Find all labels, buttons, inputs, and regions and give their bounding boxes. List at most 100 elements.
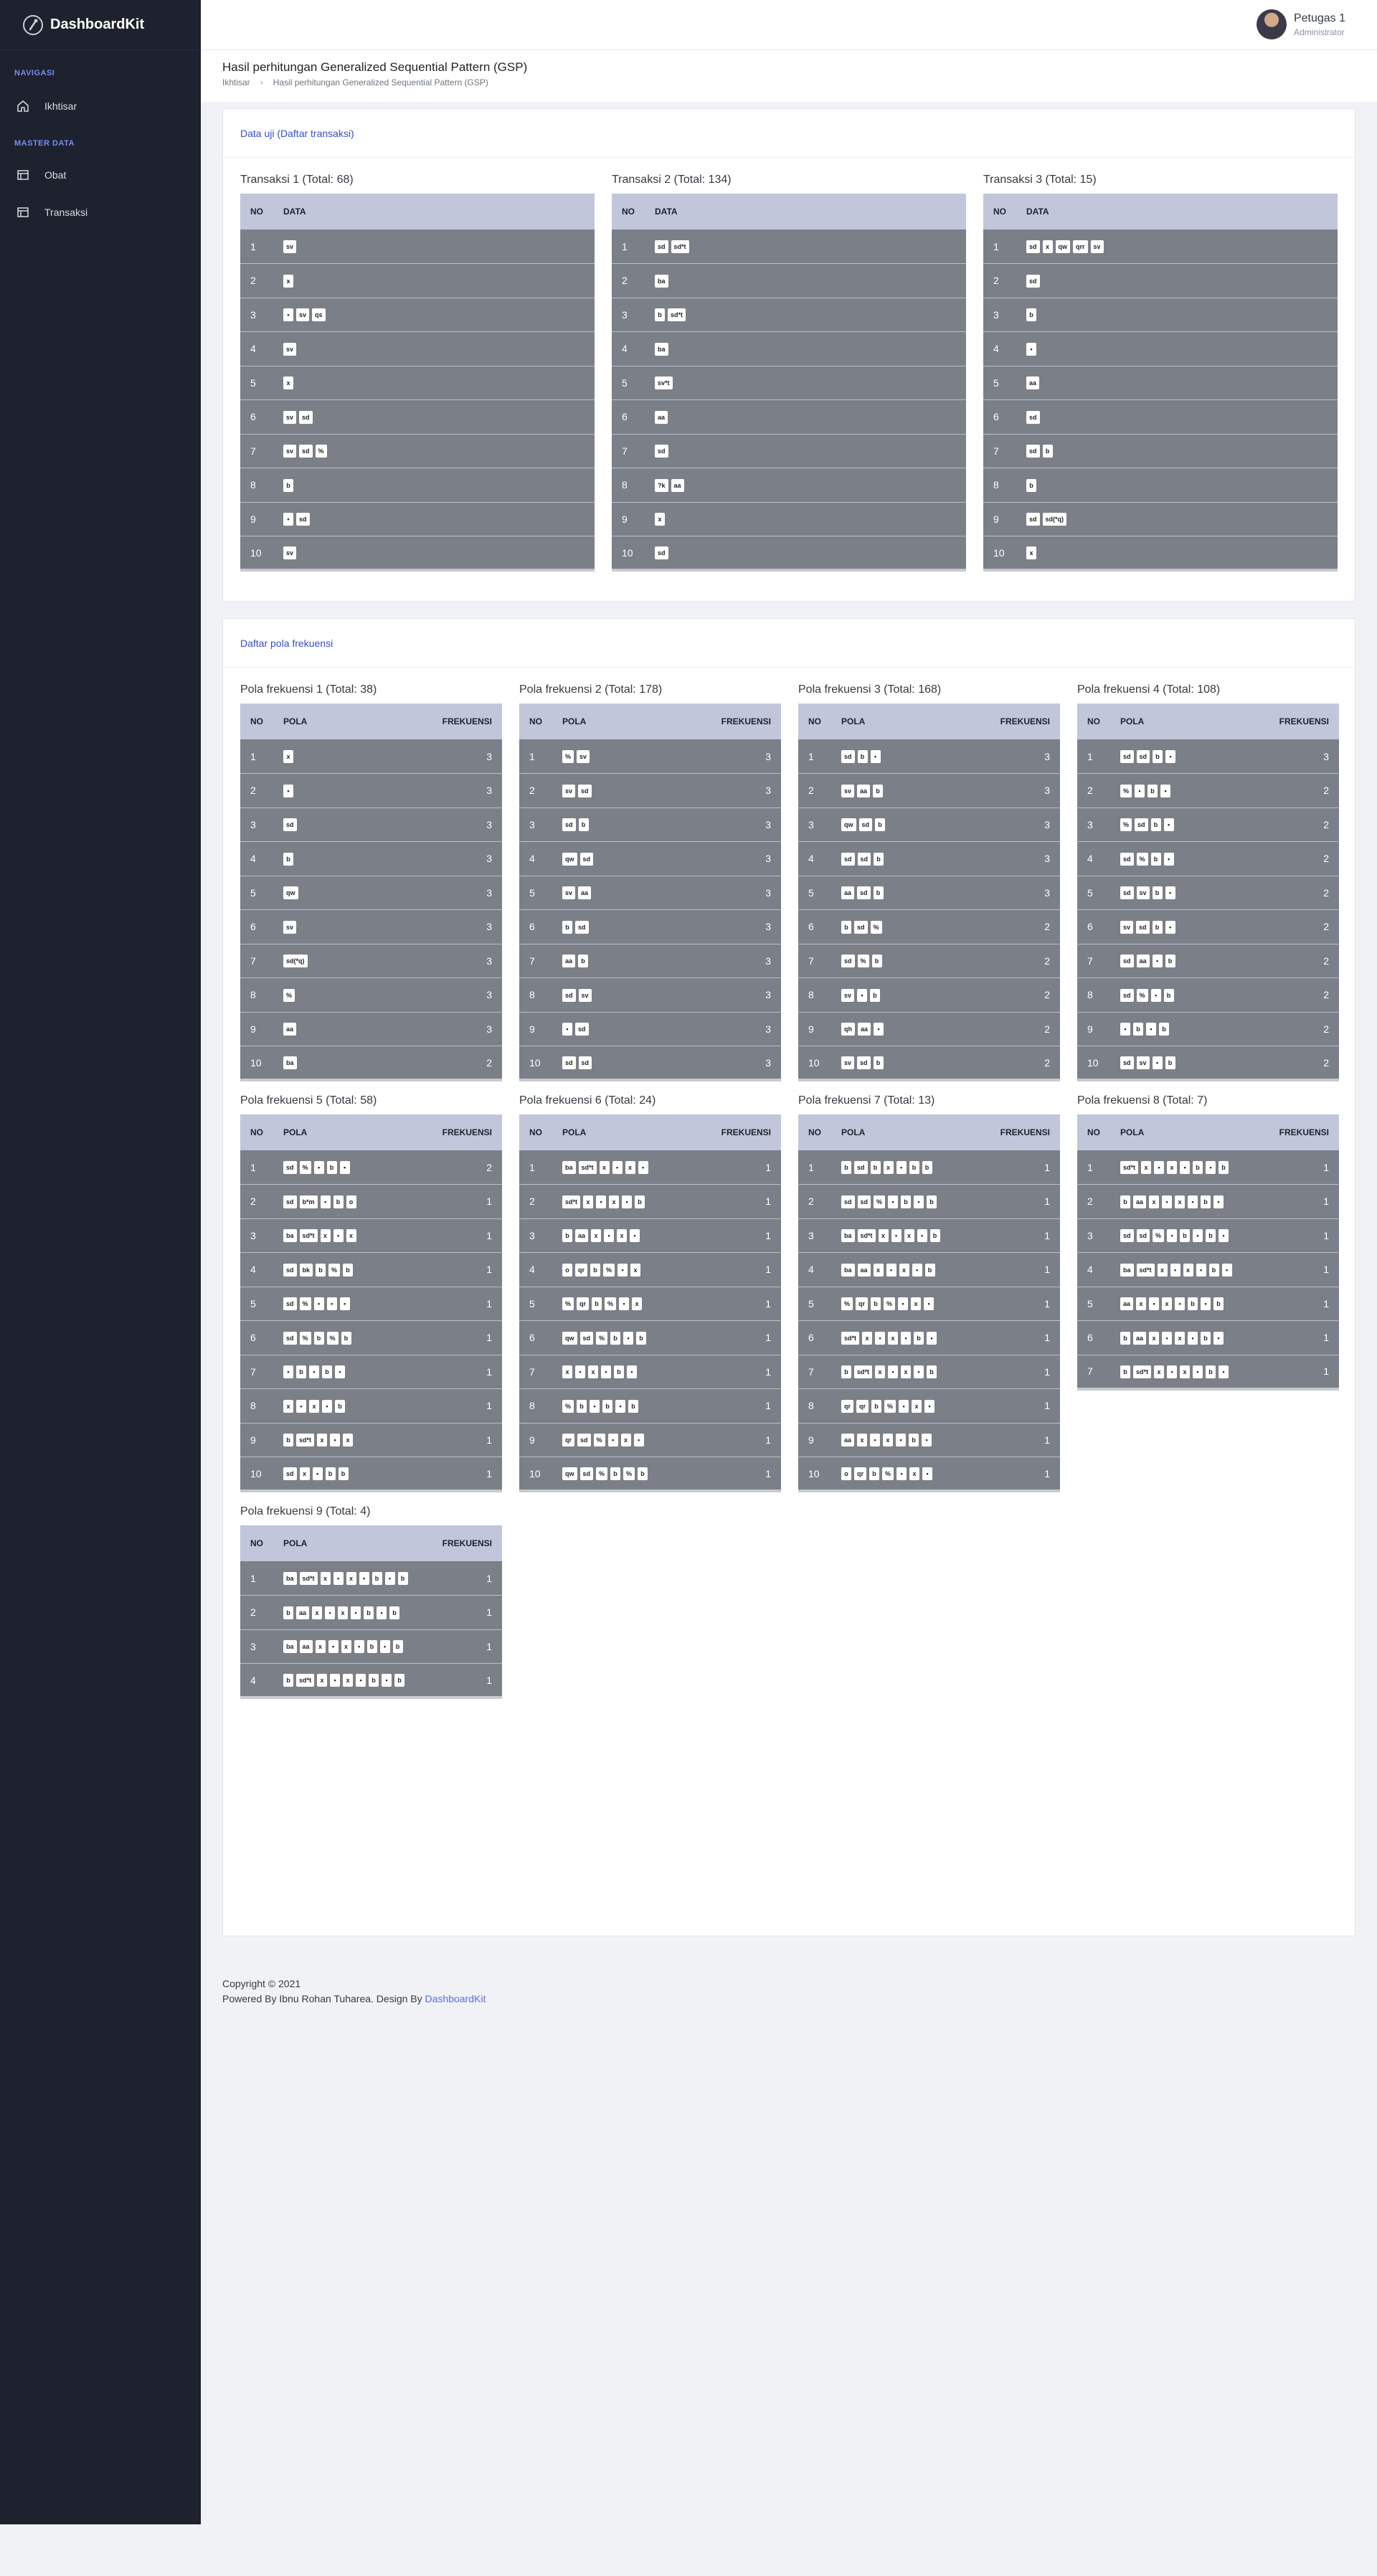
item-chip: aa <box>858 1023 871 1036</box>
row-number: 1 <box>240 1561 273 1596</box>
row-pattern: sv • b <box>831 977 943 1013</box>
row-number: 3 <box>798 808 831 842</box>
col-header-pola: POLA <box>1110 1114 1261 1150</box>
footer-link[interactable]: DashboardKit <box>425 1993 486 2004</box>
item-chip: b <box>1120 1195 1130 1208</box>
item-chip: • <box>1188 1195 1198 1208</box>
table-row: 7 x • x • b • 1 <box>519 1355 781 1389</box>
item-chip: sd*t <box>296 1674 315 1687</box>
row-frequency: 3 <box>365 909 502 944</box>
row-pattern: sd*t x • x • b • <box>831 1320 977 1355</box>
item-chip: • <box>914 1365 924 1379</box>
row-number: 8 <box>240 1388 273 1424</box>
row-frequency: 1 <box>428 1629 502 1664</box>
col-header-data: DATA <box>1016 194 1338 229</box>
row-pattern: qw sd% b% b <box>552 1457 692 1492</box>
item-chip: • <box>622 1195 633 1208</box>
row-number: 8 <box>519 977 552 1013</box>
item-chip: • <box>917 1229 927 1243</box>
col-header-frekuensi: FREKUENSI <box>1260 1114 1339 1150</box>
item-chip: aa <box>1133 1195 1147 1208</box>
item-chip: sd*t <box>841 1331 860 1345</box>
item-chip: • <box>601 1365 611 1379</box>
item-chip: b <box>1133 1023 1143 1036</box>
row-pattern: sv aa <box>552 876 652 910</box>
breadcrumb-home[interactable]: Ikhtisar <box>222 77 250 87</box>
item-chip: sd <box>1136 750 1150 763</box>
item-chip: sd <box>841 852 855 866</box>
table-row: 10 sd sv • b 2 <box>1077 1046 1339 1081</box>
item-chip: sd*t <box>562 1195 581 1208</box>
row-pattern: % • b • <box>1110 773 1231 808</box>
item-chip: b <box>1163 988 1174 1002</box>
table-row: 8 ?k aa <box>612 468 966 503</box>
item-chip: • <box>596 1195 607 1208</box>
item-chip: b <box>578 955 589 968</box>
row-data: • sd <box>273 502 595 536</box>
item-chip: sd <box>655 240 668 253</box>
row-number: 3 <box>1077 1218 1110 1253</box>
table-row: 2 sv sd 3 <box>519 773 781 808</box>
brand[interactable]: DashboardKit <box>0 0 201 50</box>
table-row: 2 sv aa b 3 <box>798 773 1060 808</box>
item-chip: b <box>901 1195 912 1208</box>
item-chip: aa <box>857 784 871 797</box>
row-pattern: • b • b <box>1110 1012 1231 1046</box>
item-chip: sd <box>562 1056 576 1069</box>
item-chip: x <box>878 1229 889 1243</box>
row-number: 4 <box>240 331 273 366</box>
pattern-table-block: Pola frekuensi 2 (Total: 178) NO POLA FR… <box>519 683 781 1081</box>
item-chip: x <box>1141 1161 1152 1174</box>
row-number: 5 <box>612 366 645 400</box>
sidebar-item-transaksi[interactable]: Transaksi <box>0 194 201 231</box>
row-frequency: 1 <box>691 1218 781 1253</box>
item-chip: % <box>299 1161 311 1174</box>
row-frequency: 2 <box>942 1046 1060 1081</box>
row-frequency: 3 <box>942 876 1060 910</box>
row-data: aa <box>1016 366 1338 400</box>
item-chip: sd <box>858 818 873 832</box>
item-chip: x <box>617 1229 628 1243</box>
table-title: Pola frekuensi 4 (Total: 108) <box>1077 683 1221 696</box>
item-chip: sv <box>1090 240 1104 253</box>
row-number: 1 <box>798 739 831 774</box>
row-frequency: 3 <box>365 944 502 978</box>
user-menu[interactable]: Petugas 1 Administrator <box>1256 9 1345 39</box>
item-chip: b <box>1120 1365 1130 1378</box>
item-chip: ba <box>562 1161 576 1174</box>
sidebar-item-ikhtisar[interactable]: Ikhtisar <box>0 87 201 125</box>
item-chip: qw <box>562 1467 577 1480</box>
row-number: 7 <box>240 944 273 978</box>
item-chip: • <box>1206 1161 1216 1174</box>
row-pattern: ba sd*t x • x • b <box>831 1218 977 1253</box>
item-chip: sd <box>857 852 871 866</box>
item-chip: • <box>283 308 293 322</box>
col-header-frekuensi: FREKUENSI <box>976 1114 1060 1150</box>
row-number: 2 <box>612 263 645 298</box>
item-chip: aa <box>841 1434 855 1447</box>
table-row: 1 sd x qw qrr sv <box>983 229 1338 264</box>
row-frequency: 3 <box>651 841 781 876</box>
row-frequency: 1 <box>1260 1287 1339 1321</box>
item-chip: b <box>914 1331 924 1345</box>
col-header-frekuensi: FREKUENSI <box>405 1114 502 1150</box>
nav-heading-navigasi: NAVIGASI <box>14 69 55 77</box>
item-chip: • <box>623 1331 634 1345</box>
item-chip: • <box>1196 1263 1206 1277</box>
sidebar-item-obat[interactable]: Obat <box>0 156 201 194</box>
item-chip: b <box>929 1229 940 1243</box>
row-frequency: 1 <box>976 1423 1060 1457</box>
table-row: 2 % • b • 2 <box>1077 773 1339 808</box>
row-number: 8 <box>519 1388 552 1424</box>
item-chip: sd <box>1135 818 1148 832</box>
table-icon <box>17 207 29 217</box>
item-chip: sd <box>655 546 668 559</box>
row-pattern: sv sd b • <box>1110 909 1231 944</box>
row-pattern: sd bk b% b <box>273 1252 406 1287</box>
table-title: Pola frekuensi 1 (Total: 38) <box>240 683 377 696</box>
row-pattern: b sd*t x • x • b • <box>1110 1355 1261 1391</box>
transaction-table-block: Transaksi 1 (Total: 68) NO DATA 1 sv 2 x… <box>240 174 595 572</box>
chevron-right-icon: › <box>260 77 263 87</box>
row-data: x <box>645 502 966 536</box>
item-chip: • <box>333 1229 344 1243</box>
